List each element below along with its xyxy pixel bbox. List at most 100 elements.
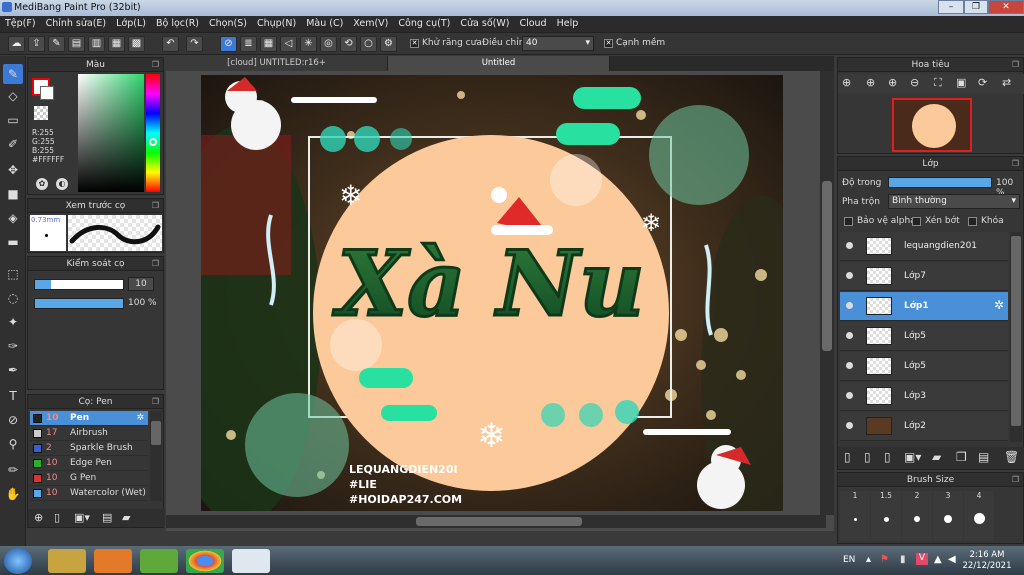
brush-size-value[interactable]: 10	[128, 277, 154, 291]
trash-icon[interactable]: 🗑	[1004, 450, 1019, 464]
artwork-svg[interactable]: ❄ ❄ ❄ Xà Nu LEQUANGDIEN20I #LIE #HOIDAP2…	[201, 75, 783, 511]
settings-icon[interactable]: ⚙	[380, 36, 397, 52]
color-picker-square[interactable]	[78, 74, 144, 192]
add-brush-icon[interactable]: ⊕	[34, 511, 43, 524]
folder-icon[interactable]: ▰	[932, 450, 941, 464]
language-indicator[interactable]: EN	[843, 555, 855, 565]
brush-settings-icon[interactable]: ▤	[102, 511, 112, 524]
comment-icon[interactable]: ✎	[48, 36, 65, 52]
brush-size-slider[interactable]	[34, 279, 124, 290]
brush-menu-icon[interactable]: ▣▾	[74, 511, 90, 524]
brush-size-option[interactable]: 3	[933, 491, 963, 541]
new-layer-alt-icon[interactable]: ▯	[864, 450, 871, 464]
hue-slider[interactable]	[146, 74, 160, 192]
navigator-thumbnail[interactable]	[892, 98, 972, 152]
document-icon[interactable]: ▥	[88, 36, 105, 52]
lasso-icon[interactable]: ◌	[3, 288, 23, 308]
blend-mode-select[interactable]: Bình thường ▾	[888, 194, 1020, 209]
media-player-icon[interactable]	[94, 549, 132, 573]
tray-arrow-icon[interactable]: ▴	[866, 554, 871, 565]
marquee-icon[interactable]: ⬚	[3, 264, 23, 284]
zoom-fit-icon[interactable]: ⊕	[842, 76, 851, 89]
redo-icon[interactable]: ↷	[186, 36, 203, 52]
layer-item[interactable]: Lớp7	[840, 262, 1008, 291]
move-tool-icon[interactable]: ✥	[3, 160, 23, 180]
merge-layer-icon[interactable]: ▤	[978, 450, 989, 464]
chevron-down-icon[interactable]: ▾	[1011, 195, 1016, 208]
layer-menu-icon[interactable]: ▣▾	[904, 450, 921, 464]
duplicate-layer-icon[interactable]: ❐	[956, 450, 967, 464]
antialias-checkbox[interactable]: ✕	[410, 39, 419, 48]
zoom-in-icon[interactable]: ⊕	[866, 76, 875, 89]
eye-icon[interactable]	[846, 362, 853, 369]
select-pen-icon[interactable]: ✑	[3, 336, 23, 356]
brush-size-option[interactable]: 1	[840, 491, 870, 541]
horizontal-scrollbar[interactable]	[166, 515, 826, 528]
snap-off-icon[interactable]: ⊘	[220, 36, 237, 52]
grid-icon[interactable]: ▩	[128, 36, 145, 52]
tab-untitled[interactable]: Untitled	[388, 56, 610, 71]
eye-icon[interactable]	[846, 392, 853, 399]
brush-size-option[interactable]: 1.5	[871, 491, 901, 541]
divide-tool-icon[interactable]: ⊘	[3, 410, 23, 430]
zoom-out-icon[interactable]: ⊖	[910, 76, 919, 89]
menu-tools[interactable]: Công cụ(T)	[393, 16, 455, 32]
parallel-snap-icon[interactable]: ≣	[240, 36, 257, 52]
menu-window[interactable]: Cửa số(W)	[455, 16, 514, 32]
zoom-in-alt-icon[interactable]: ⊕	[888, 76, 897, 89]
gear-icon[interactable]: ✲	[994, 298, 1004, 312]
menu-filter[interactable]: Bộ lọc(R)	[151, 16, 204, 32]
restore-button[interactable]: ❐	[964, 0, 988, 14]
fit-window-icon[interactable]: ⛶	[934, 76, 942, 90]
gradient-tool-icon[interactable]: ▬	[3, 232, 23, 252]
brush-size-option[interactable]: 2	[902, 491, 932, 541]
panel-icon[interactable]: ▦	[108, 36, 125, 52]
background-color-swatch[interactable]	[40, 86, 54, 100]
clipping-checkbox[interactable]	[912, 217, 921, 226]
menu-layer[interactable]: Lớp(L)	[111, 16, 151, 32]
artwork-canvas[interactable]: ❄ ❄ ❄ Xà Nu LEQUANGDIEN20I #LIE #HOIDAP2…	[201, 75, 783, 511]
eyedropper-icon[interactable]: ⚲	[3, 434, 23, 454]
hand-tool-icon[interactable]: ✋	[3, 484, 23, 504]
tray-app-icon[interactable]: V	[916, 553, 928, 565]
page-icon[interactable]: ▤	[68, 36, 85, 52]
chrome-icon[interactable]	[186, 549, 224, 573]
hue-handle[interactable]	[149, 138, 157, 146]
brush-item[interactable]: 2 Sparkle Brush	[30, 441, 148, 456]
eye-icon[interactable]	[846, 242, 853, 249]
select-rect-icon[interactable]: ▭	[3, 110, 23, 130]
actual-size-icon[interactable]: ▣	[956, 76, 966, 89]
menu-color[interactable]: Màu (C)	[301, 16, 348, 32]
tab-cloud-untitled[interactable]: [cloud] UNTITLED:r16+	[166, 56, 388, 71]
radial-icon[interactable]: ✳	[300, 36, 317, 52]
cloud-icon[interactable]: ☁	[8, 36, 25, 52]
vertical-scrollbar[interactable]	[820, 71, 834, 515]
volume-icon[interactable]: ◀	[948, 554, 956, 565]
menu-file[interactable]: Tệp(F)	[0, 16, 41, 32]
dot-tool-icon[interactable]: ✐	[3, 134, 23, 154]
network-icon[interactable]: ▲	[934, 554, 942, 565]
transparent-swatch[interactable]	[34, 106, 48, 120]
brush-item[interactable]: 10 G Pen	[30, 471, 148, 486]
new-brush-icon[interactable]: ▯	[54, 511, 60, 524]
lock-checkbox[interactable]	[968, 217, 977, 226]
shape-tool-icon[interactable]: ■	[3, 184, 23, 204]
upload-icon[interactable]: ⇪	[28, 36, 45, 52]
palette-icon[interactable]: ✿	[36, 178, 48, 190]
eye-icon[interactable]	[846, 422, 853, 429]
magic-wand-icon[interactable]: ✦	[3, 312, 23, 332]
tray-device-icon[interactable]: ▮	[900, 554, 906, 565]
layer-item[interactable]: Lớp5	[840, 322, 1008, 351]
app-icon[interactable]	[140, 549, 178, 573]
brush-item[interactable]: 10 Watercolor (Wet)	[30, 486, 148, 501]
folder-icon[interactable]: ▰	[122, 511, 130, 524]
layer-scrollbar[interactable]	[1010, 232, 1022, 442]
tray-flag-icon[interactable]: ⚑	[880, 554, 889, 565]
color-wheel-icon[interactable]: ◐	[56, 178, 68, 190]
protect-alpha-checkbox[interactable]	[844, 217, 853, 226]
menu-edit[interactable]: Chỉnh sửa(E)	[41, 16, 112, 32]
fill-tool-icon[interactable]: ◈	[3, 208, 23, 228]
brush-size-option[interactable]: 4	[964, 491, 994, 541]
gear-icon[interactable]: ✲	[136, 411, 144, 426]
medibang-taskbar-icon[interactable]	[232, 549, 270, 573]
